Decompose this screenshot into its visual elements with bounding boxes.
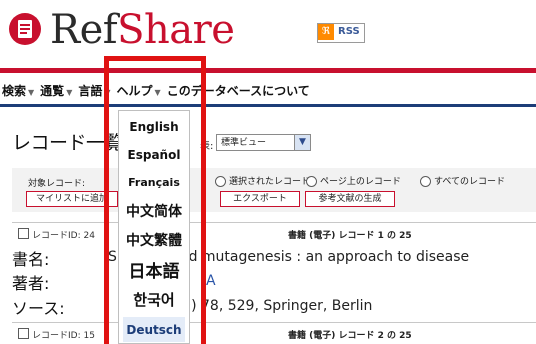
target-records-label: 対象レコード: — [28, 179, 86, 189]
record-separator — [12, 322, 536, 323]
nav-bottom-border — [0, 104, 536, 107]
record-checkbox[interactable] — [18, 328, 29, 339]
chevron-down-icon: ▼ — [294, 135, 310, 150]
radio-selected-records[interactable]: 選択されたレコード — [215, 174, 310, 187]
view-select[interactable]: 標準ビュー ▼ — [216, 134, 311, 151]
brand-logo[interactable]: RefShare — [50, 6, 235, 54]
nav-item-label: 言語 — [78, 83, 103, 98]
radio-label: 選択されたレコード — [229, 177, 311, 187]
record-count: 書籍 (電子) レコード 1 の 25 — [288, 231, 412, 241]
radio-button[interactable] — [420, 176, 431, 187]
title-label: 書名: — [12, 250, 50, 269]
source-label: ソース: — [12, 299, 65, 318]
nav-top-border — [0, 68, 536, 73]
radio-button[interactable] — [215, 176, 226, 187]
caret-down-icon: ▼ — [66, 87, 73, 97]
export-button[interactable]: エクスポート — [220, 191, 300, 207]
nav-item-search[interactable]: 検索 ▼ — [0, 82, 38, 99]
author-label: 著者: — [12, 274, 50, 293]
caret-down-icon: ▼ — [28, 87, 35, 97]
main-nav: 検索 ▼ 通覧 ▼ 言語 ▼ ヘルプ ▼ このデータベースについて — [0, 78, 536, 102]
radio-button[interactable] — [306, 176, 317, 187]
record-id: レコードID: 15 — [32, 331, 95, 341]
author-link[interactable]: A — [206, 273, 216, 289]
view-select-value: 標準ビュー — [221, 138, 267, 148]
rss-feed-link[interactable]: ℜ RSS — [317, 23, 365, 43]
brand-ref: Ref — [50, 7, 118, 53]
radio-label: すべてのレコード — [434, 177, 506, 187]
radio-label: ページ上のレコード — [320, 177, 401, 187]
record-id: レコードID: 24 — [32, 231, 95, 241]
record-checkbox[interactable] — [18, 228, 29, 239]
radio-all-records[interactable]: すべてのレコード — [420, 174, 505, 187]
record-count: 書籍 (電子) レコード 2 の 25 — [288, 331, 412, 341]
generate-bibliography-button[interactable]: 参考文献の生成 — [305, 191, 395, 207]
nav-item-label: 検索 — [2, 83, 27, 98]
radio-page-records[interactable]: ページ上のレコード — [306, 174, 401, 187]
record-separator — [12, 222, 536, 223]
nav-item-label: 通覧 — [40, 83, 65, 98]
nav-item-browse[interactable]: 通覧 ▼ — [38, 82, 76, 99]
highlight-frame — [104, 56, 206, 344]
rss-label: RSS — [338, 26, 360, 37]
refshare-logo-icon — [9, 13, 41, 45]
rss-icon: ℜ — [318, 24, 334, 40]
brand-share: Share — [117, 7, 235, 53]
